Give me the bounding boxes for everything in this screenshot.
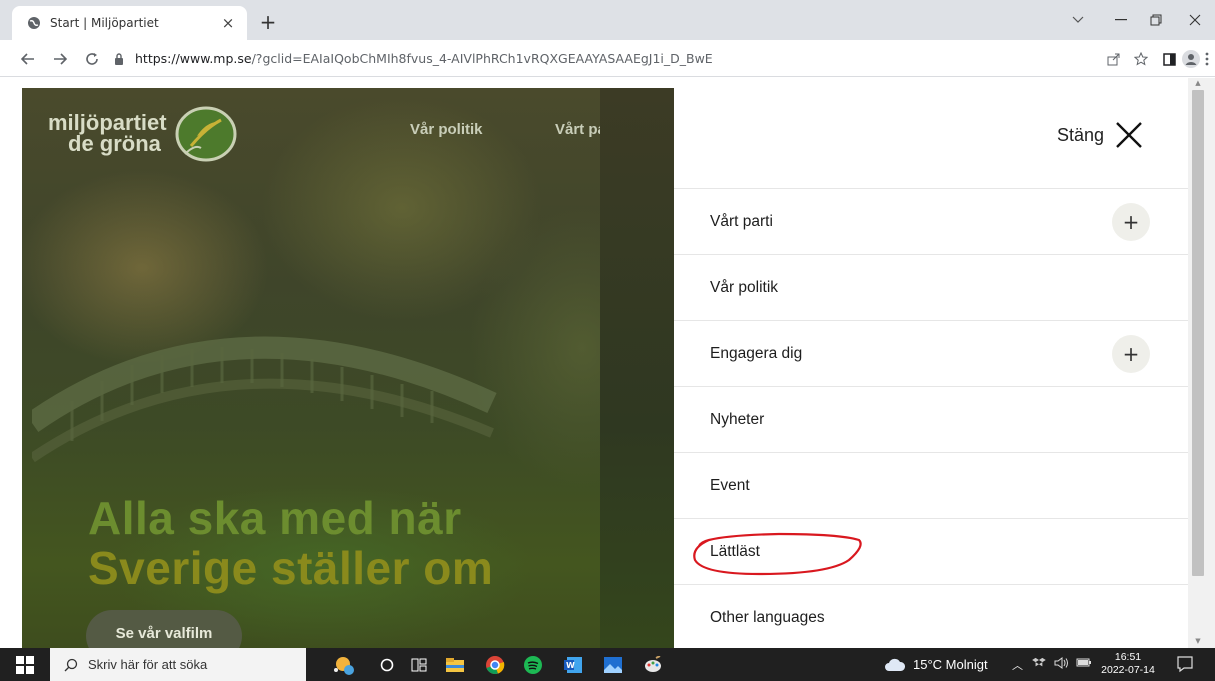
close-menu-label: Stäng <box>1056 124 1104 145</box>
hero-headline: Alla ska med när Sverige ställer om <box>88 493 493 593</box>
navigation-drawer: Stäng Vårt parti + Vår politik Engagera … <box>674 88 1188 648</box>
new-tab-button[interactable]: + <box>256 10 280 34</box>
drawer-header: Stäng <box>674 88 1188 189</box>
headline-line1: Alla ska med när <box>88 492 462 544</box>
logo-text-line2: de gröna <box>68 131 161 156</box>
menu-item-label: Event <box>710 476 750 494</box>
clock-date: 2022-07-14 <box>1101 664 1155 676</box>
browser-tab[interactable]: Start | Miljöpartiet × <box>12 6 247 40</box>
menu-item-label: Engagera dig <box>710 344 803 362</box>
site-nav-var-politik[interactable]: Vår politik <box>410 121 483 138</box>
tab-search-chevron-icon[interactable] <box>1063 6 1093 34</box>
paint-icon[interactable] <box>640 652 666 678</box>
cortana-icon[interactable] <box>374 652 400 678</box>
svg-text:W: W <box>566 661 575 670</box>
search-highlight-icon[interactable] <box>330 652 356 678</box>
windows-start-icon[interactable] <box>16 656 34 674</box>
scroll-down-arrow-icon[interactable]: ▼ <box>1192 636 1204 646</box>
menu-item-label: Nyheter <box>710 410 765 428</box>
file-explorer-icon[interactable] <box>442 652 468 678</box>
taskbar-search-box[interactable]: Skriv här för att söka <box>50 648 306 681</box>
bridge-illustration <box>32 336 497 463</box>
hero-background-edge <box>600 88 675 648</box>
notification-center-icon[interactable] <box>1176 655 1194 673</box>
bookmark-star-icon[interactable] <box>1130 48 1152 70</box>
side-panel-icon[interactable] <box>1158 48 1180 70</box>
scroll-up-arrow-icon[interactable]: ▲ <box>1192 78 1204 88</box>
taskbar-weather[interactable]: 15°C Molnigt <box>884 648 988 681</box>
dandelion-logo-icon <box>175 106 237 162</box>
menu-item-event[interactable]: Event <box>674 453 1188 519</box>
photos-icon[interactable] <box>600 652 626 678</box>
lock-icon[interactable] <box>112 52 126 66</box>
menu-item-other-languages[interactable]: Other languages <box>674 585 1188 648</box>
expand-plus-icon[interactable]: + <box>1112 335 1150 373</box>
scrollbar-thumb[interactable] <box>1192 90 1204 576</box>
windows-taskbar: Skriv här för att söka W 15°C Molnigt ︿ <box>0 648 1215 681</box>
more-menu-icon[interactable] <box>1196 48 1215 70</box>
share-icon[interactable] <box>1103 48 1125 70</box>
chevron-up-icon[interactable]: ︿ <box>1012 657 1023 673</box>
minimize-button[interactable] <box>1106 6 1136 34</box>
chrome-icon[interactable] <box>482 652 508 678</box>
menu-item-var-politik[interactable]: Vår politik <box>674 255 1188 321</box>
url-text[interactable]: https://www.mp.se/?gclid=EAIaIQobChMIh8f… <box>135 51 713 66</box>
menu-item-nyheter[interactable]: Nyheter <box>674 387 1188 453</box>
dropbox-icon[interactable] <box>1032 657 1046 672</box>
close-menu-button[interactable]: Stäng <box>1057 120 1144 150</box>
menu-item-engagera-dig[interactable]: Engagera dig + <box>674 321 1188 387</box>
close-window-button[interactable] <box>1180 6 1210 34</box>
tab-title: Start | Miljöpartiet <box>50 16 159 30</box>
menu-item-lattlast[interactable]: Lättläst <box>674 519 1188 585</box>
menu-item-label: Vårt parti <box>710 212 773 230</box>
expand-plus-icon[interactable]: + <box>1112 203 1150 241</box>
menu-item-label: Other languages <box>710 608 825 626</box>
restore-button[interactable] <box>1141 6 1171 34</box>
headline-line2: Sverige ställer om <box>88 542 494 594</box>
close-icon <box>1116 122 1142 148</box>
address-bar[interactable]: https://www.mp.se/?gclid=EAIaIQobChMIh8f… <box>112 45 1112 72</box>
weather-text: 15°C Molnigt <box>913 657 988 672</box>
taskbar-search-placeholder: Skriv här för att söka <box>88 657 208 672</box>
search-icon <box>64 658 78 671</box>
browser-toolbar: https://www.mp.se/?gclid=EAIaIQobChMIh8f… <box>0 40 1215 77</box>
forward-arrow-icon[interactable] <box>48 47 72 71</box>
tab-close-button[interactable]: × <box>219 14 237 32</box>
page-viewport: miljöpartiet de gröna Vår politik Vårt p… <box>0 78 1215 648</box>
spotify-icon[interactable] <box>520 652 546 678</box>
back-arrow-icon[interactable] <box>16 47 40 71</box>
taskbar-clock[interactable]: 16:51 2022-07-14 <box>1100 651 1156 677</box>
hero-section: miljöpartiet de gröna Vår politik Vårt p… <box>22 88 674 648</box>
menu-item-vart-parti[interactable]: Vårt parti + <box>674 189 1188 255</box>
clock-time: 16:51 <box>1114 651 1142 663</box>
browser-tab-strip: Start | Miljöpartiet × + <box>0 0 1215 40</box>
word-icon[interactable]: W <box>560 652 586 678</box>
volume-icon[interactable] <box>1054 657 1070 672</box>
cloud-icon <box>885 658 906 671</box>
page-scrollbar[interactable]: ▲ ▼ <box>1188 78 1215 648</box>
menu-item-label: Vår politik <box>710 278 779 296</box>
globe-icon <box>26 15 42 31</box>
task-view-icon[interactable] <box>406 652 432 678</box>
reload-icon[interactable] <box>80 47 104 71</box>
menu-item-label: Lättläst <box>710 542 760 560</box>
site-logo[interactable]: miljöpartiet de gröna <box>48 106 237 162</box>
battery-icon[interactable] <box>1076 657 1092 670</box>
watch-film-button[interactable]: Se vår valfilm <box>86 610 242 648</box>
